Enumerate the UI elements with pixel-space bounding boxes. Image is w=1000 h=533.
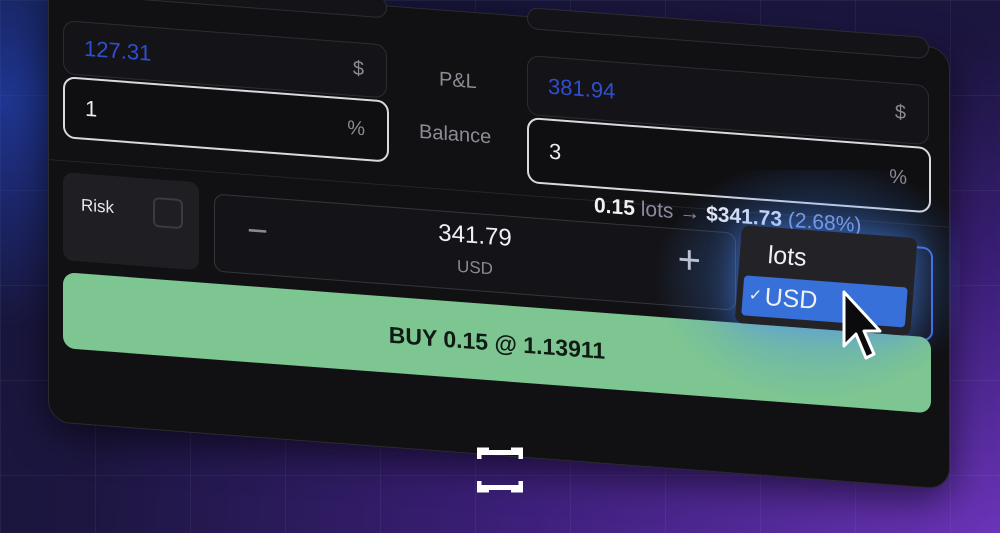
pnl-label: P&L — [439, 68, 477, 94]
pnl-percent-value: 1 — [85, 95, 98, 122]
percent-unit: % — [347, 116, 365, 141]
option-lots-label: lots — [766, 241, 808, 272]
option-usd-label: USD — [763, 282, 819, 315]
dollar-unit: $ — [352, 57, 364, 81]
unit-dropdown-menu: lots ✓ USD — [734, 225, 918, 336]
summary-lots: 0.15 — [594, 194, 635, 221]
balance-amount-value: 381.94 — [548, 73, 616, 104]
risk-label: Risk — [81, 195, 115, 217]
brand-logo-icon — [477, 447, 523, 493]
pnl-amount-value: 127.31 — [84, 35, 152, 66]
dollar-unit: $ — [894, 101, 906, 125]
check-icon: ✓ — [748, 286, 763, 305]
risk-checkbox[interactable] — [153, 196, 183, 230]
summary-lots-unit: lots — [640, 197, 674, 224]
balance-label: Balance — [419, 120, 492, 149]
plus-button[interactable]: + — [678, 237, 701, 284]
top-field-left-partial — [63, 0, 387, 19]
risk-toggle[interactable]: Risk — [63, 172, 199, 271]
balance-percent-value: 3 — [549, 138, 562, 165]
mouse-cursor-icon — [842, 290, 882, 360]
arrow-right-icon: → — [679, 200, 701, 226]
percent-unit: % — [889, 165, 907, 190]
